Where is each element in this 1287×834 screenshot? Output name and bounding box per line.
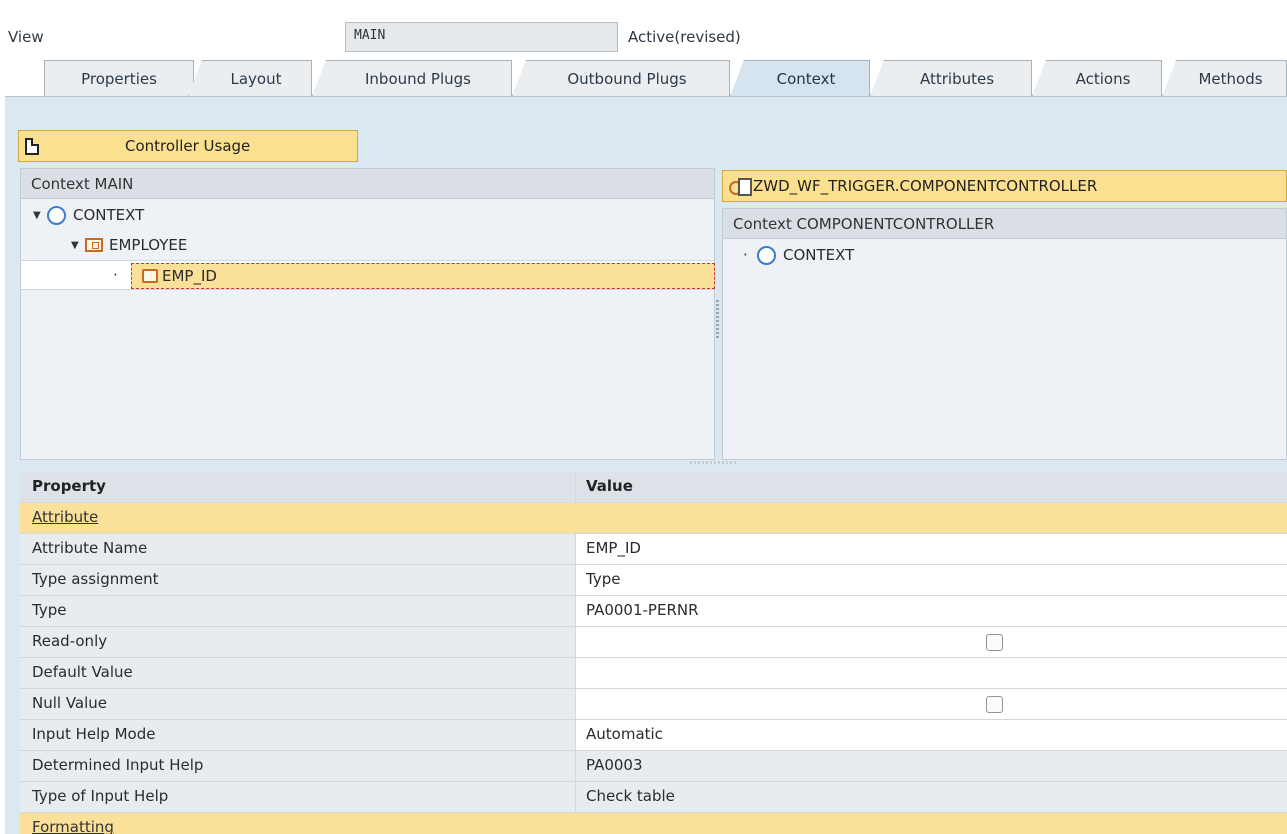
- table-header: Property Value: [20, 472, 1287, 503]
- controller-usage-button[interactable]: Controller Usage: [18, 130, 358, 162]
- null-value-checkbox[interactable]: [986, 696, 1003, 713]
- property-name: Read-only: [20, 627, 576, 657]
- context-node-icon: [757, 245, 776, 265]
- property-name: Attribute Name: [20, 534, 576, 564]
- attribute-icon: [142, 269, 158, 283]
- property-name: Input Help Mode: [20, 720, 576, 750]
- tree-node-label: CONTEXT: [783, 246, 855, 264]
- table-row: Default Value: [20, 658, 1287, 689]
- component-controller-button[interactable]: ZWD_WF_TRIGGER.COMPONENTCONTROLLER: [722, 170, 1287, 202]
- tree-node-emp-id[interactable]: · EMP_ID: [21, 260, 715, 290]
- tab-label: Inbound Plugs: [365, 69, 471, 88]
- property-name: Null Value: [20, 689, 576, 719]
- read-only-checkbox[interactable]: [986, 634, 1003, 651]
- context-node-icon: [47, 205, 66, 225]
- tab-label: Outbound Plugs: [567, 69, 687, 88]
- tree-node-context[interactable]: · CONTEXT: [723, 240, 1286, 270]
- node-folder-icon: [85, 238, 103, 252]
- tab-outbound-plugs[interactable]: Outbound Plugs: [512, 60, 730, 96]
- context-main-title: Context MAIN: [21, 169, 714, 199]
- tabstrip: Properties Layout Inbound Plugs Outbound…: [0, 60, 1287, 96]
- selected-tree-item[interactable]: EMP_ID: [131, 263, 715, 289]
- tab-properties[interactable]: Properties: [44, 60, 194, 96]
- group-row-attribute[interactable]: Attribute: [20, 503, 1287, 534]
- table-row: Read-only: [20, 627, 1287, 658]
- property-value: PA0003: [576, 751, 1287, 781]
- table-row: Determined Input Help PA0003: [20, 751, 1287, 782]
- context-componentcontroller-panel: Context COMPONENTCONTROLLER · CONTEXT: [722, 208, 1287, 460]
- group-label[interactable]: Attribute: [20, 503, 110, 533]
- tab-label: Properties: [81, 69, 157, 88]
- table-row: Type of Input Help Check table: [20, 782, 1287, 813]
- component-controller-label: ZWD_WF_TRIGGER.COMPONENTCONTROLLER: [753, 177, 1098, 195]
- property-value[interactable]: Automatic: [576, 720, 1287, 750]
- group-label[interactable]: Formatting: [20, 813, 126, 834]
- group-row-formatting[interactable]: Formatting: [20, 813, 1287, 834]
- view-label: View: [8, 28, 44, 46]
- property-name: Type: [20, 596, 576, 626]
- property-table: Property Value Attribute Attribute Name …: [20, 472, 1287, 834]
- context-componentcontroller-title: Context COMPONENTCONTROLLER: [723, 209, 1286, 239]
- expand-triangle-icon[interactable]: ▼: [71, 240, 83, 251]
- tab-layout[interactable]: Layout: [188, 60, 312, 96]
- table-row: Type assignment Type: [20, 565, 1287, 596]
- property-value[interactable]: [576, 658, 1287, 688]
- tree-node-context[interactable]: ▼ CONTEXT: [21, 200, 714, 230]
- property-name: Default Value: [20, 658, 576, 688]
- tab-label: Actions: [1075, 69, 1131, 88]
- column-header-value[interactable]: Value: [576, 472, 1287, 502]
- tab-label: Context: [776, 69, 836, 88]
- document-icon: [25, 137, 39, 155]
- property-value: Check table: [576, 782, 1287, 812]
- view-name-field[interactable]: MAIN: [345, 22, 618, 52]
- expand-triangle-icon[interactable]: ▼: [33, 210, 45, 221]
- property-value[interactable]: PA0001-PERNR: [576, 596, 1287, 626]
- leaf-bullet-icon: ·: [743, 246, 748, 264]
- property-name: Determined Input Help: [20, 751, 576, 781]
- tab-label: Layout: [230, 69, 282, 88]
- vertical-splitter-handle[interactable]: [716, 300, 719, 338]
- tab-inbound-plugs[interactable]: Inbound Plugs: [312, 60, 512, 96]
- tree-node-label: EMPLOYEE: [109, 236, 188, 254]
- table-row: Null Value: [20, 689, 1287, 720]
- controller-usage-label: Controller Usage: [125, 137, 251, 155]
- tab-label: Methods: [1198, 69, 1263, 88]
- property-name: Type of Input Help: [20, 782, 576, 812]
- column-header-property[interactable]: Property: [20, 472, 576, 502]
- property-value-cell: [576, 689, 1287, 719]
- tab-context[interactable]: Context: [730, 60, 870, 96]
- property-name: Type assignment: [20, 565, 576, 595]
- property-value[interactable]: Type: [576, 565, 1287, 595]
- horizontal-splitter-handle[interactable]: [690, 461, 738, 464]
- tree-node-label: EMP_ID: [162, 267, 217, 285]
- property-value-cell: [576, 627, 1287, 657]
- context-main-panel: Context MAIN ▼ CONTEXT ▼ EMPLOYEE · EMP_…: [20, 168, 715, 460]
- table-row: Type PA0001-PERNR: [20, 596, 1287, 627]
- table-row: Input Help Mode Automatic: [20, 720, 1287, 751]
- property-value[interactable]: EMP_ID: [576, 534, 1287, 564]
- leaf-bullet-icon: ·: [113, 266, 118, 284]
- tab-actions[interactable]: Actions: [1032, 60, 1162, 96]
- tree-node-employee[interactable]: ▼ EMPLOYEE: [21, 230, 714, 260]
- tab-label: Attributes: [919, 69, 995, 88]
- tree-node-label: CONTEXT: [73, 206, 145, 224]
- component-controller-icon: [729, 177, 752, 196]
- tab-methods[interactable]: Methods: [1162, 60, 1287, 96]
- table-row: Attribute Name EMP_ID: [20, 534, 1287, 565]
- tab-attributes[interactable]: Attributes: [870, 60, 1032, 96]
- view-status: Active(revised): [628, 28, 741, 46]
